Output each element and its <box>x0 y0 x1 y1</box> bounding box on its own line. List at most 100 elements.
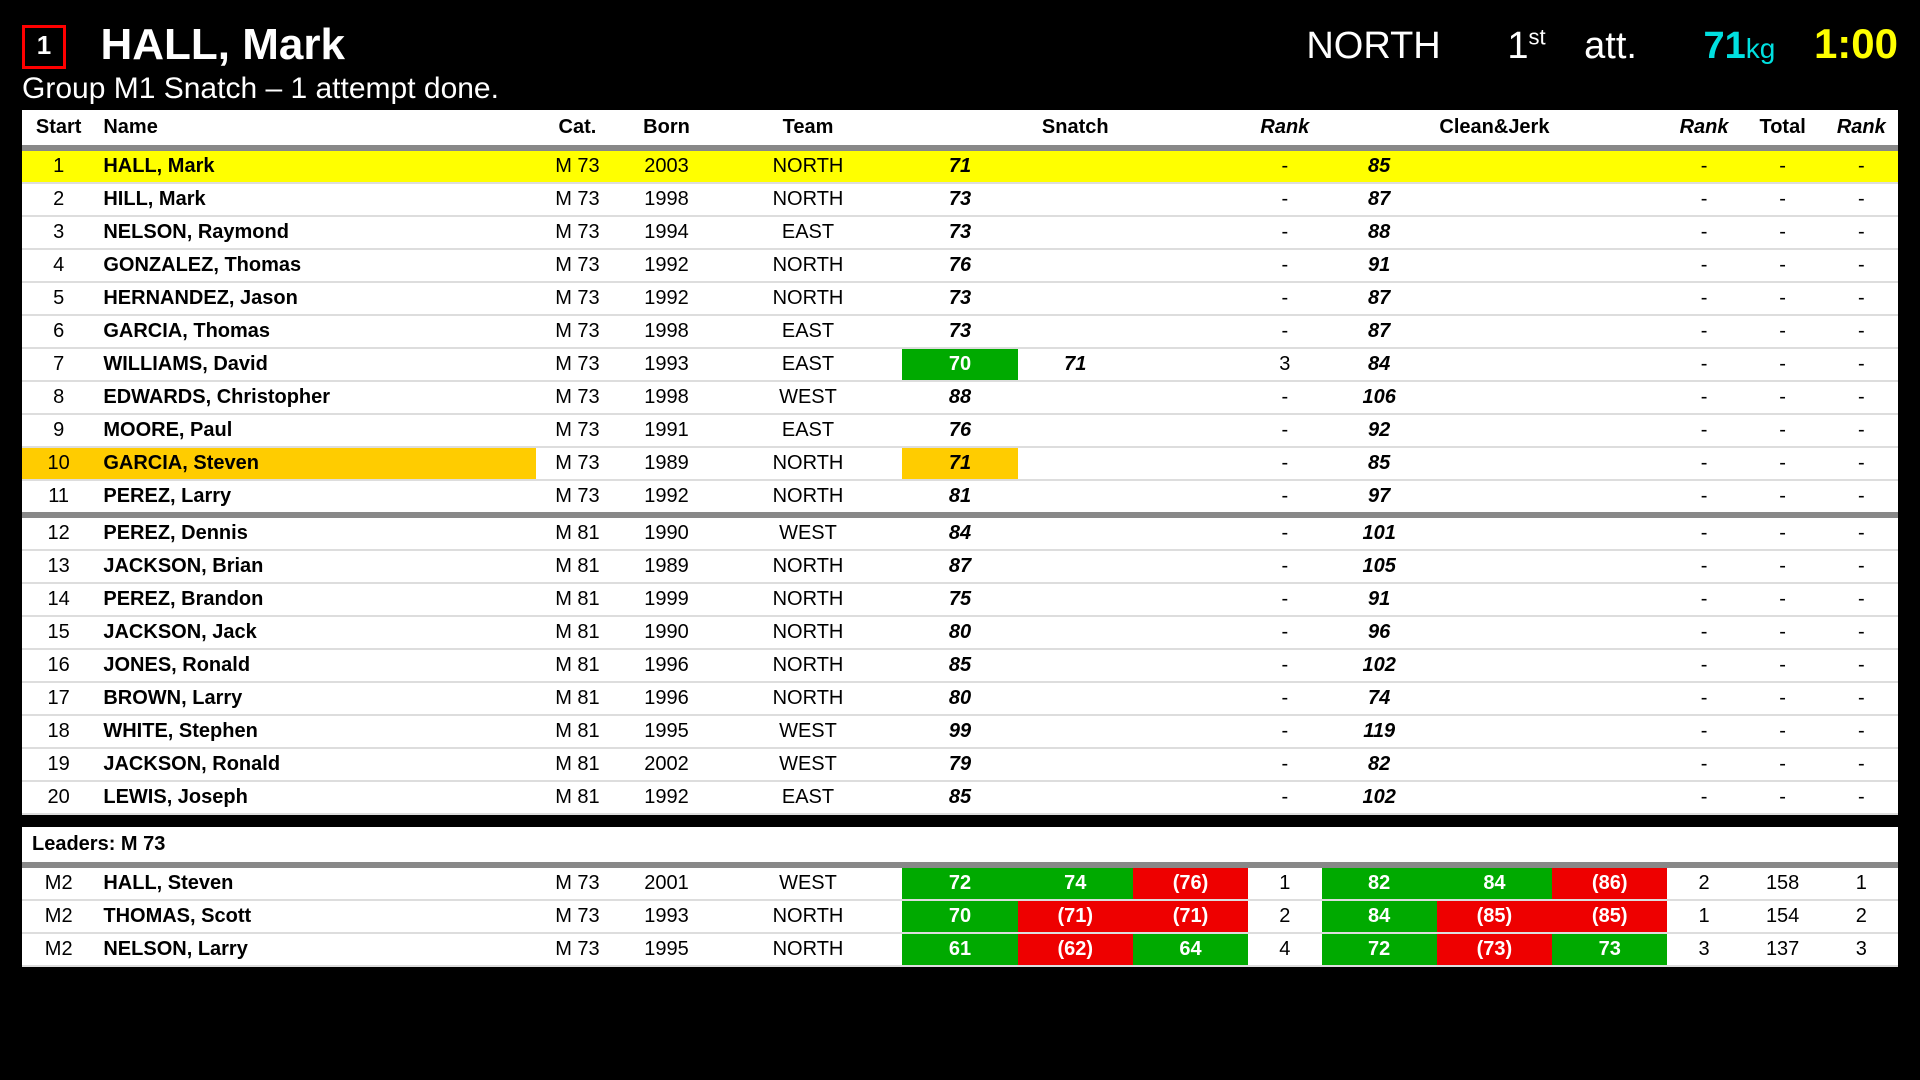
lift-cell <box>1437 447 1552 480</box>
lift-cell: 73 <box>902 216 1017 249</box>
table-row: 20LEWIS, JosephM 811992EAST85-102--- <box>22 781 1898 814</box>
cell-born: 1989 <box>619 550 713 583</box>
lift-cell <box>1018 781 1133 814</box>
cell-name: WILLIAMS, David <box>95 348 535 381</box>
cell-snatch-rank: - <box>1248 715 1321 748</box>
lift-cell <box>1552 781 1667 814</box>
cell-team: NORTH <box>714 933 903 966</box>
cell-total: - <box>1741 315 1825 348</box>
lift-cell <box>1133 216 1248 249</box>
lift-cell <box>1552 649 1667 682</box>
cell-born: 1990 <box>619 616 713 649</box>
lift-cell <box>1437 216 1552 249</box>
table-row: M2THOMAS, ScottM 731993NORTH70(71)(71)28… <box>22 900 1898 933</box>
cell-snatch-rank: - <box>1248 447 1321 480</box>
cell-start: 18 <box>22 715 95 748</box>
cell-snatch-rank: - <box>1248 550 1321 583</box>
cell-name: GARCIA, Steven <box>95 447 535 480</box>
col-born: Born <box>619 110 713 148</box>
lift-cell <box>1133 583 1248 616</box>
cell-team: WEST <box>714 381 903 414</box>
cell-total-rank: - <box>1825 748 1898 781</box>
cell-total-rank: 3 <box>1825 933 1898 966</box>
lift-cell: (71) <box>1018 900 1133 933</box>
cell-total: - <box>1741 183 1825 216</box>
cell-name: WHITE, Stephen <box>95 715 535 748</box>
cell-born: 1998 <box>619 183 713 216</box>
lift-cell: 84 <box>902 515 1017 550</box>
cell-start: 9 <box>22 414 95 447</box>
cell-snatch-rank: - <box>1248 583 1321 616</box>
cell-cat: M 73 <box>536 249 620 282</box>
cell-name: LEWIS, Joseph <box>95 781 535 814</box>
lift-cell: 81 <box>902 480 1017 515</box>
lift-cell <box>1018 381 1133 414</box>
cell-total: - <box>1741 381 1825 414</box>
lift-cell <box>1133 480 1248 515</box>
lift-cell: (62) <box>1018 933 1133 966</box>
cell-total-rank: - <box>1825 649 1898 682</box>
lift-cell <box>1133 781 1248 814</box>
col-start: Start <box>22 110 95 148</box>
cell-start: 3 <box>22 216 95 249</box>
cell-total: 158 <box>1741 868 1825 900</box>
lift-cell <box>1552 515 1667 550</box>
lift-cell: 64 <box>1133 933 1248 966</box>
cell-total-rank: - <box>1825 583 1898 616</box>
cell-team: WEST <box>714 868 903 900</box>
lift-cell <box>1437 616 1552 649</box>
cell-born: 1989 <box>619 447 713 480</box>
lift-cell: 84 <box>1322 348 1437 381</box>
cell-snatch-rank: - <box>1248 216 1321 249</box>
cell-team: NORTH <box>714 900 903 933</box>
cell-name: HERNANDEZ, Jason <box>95 282 535 315</box>
lift-cell: 99 <box>902 715 1017 748</box>
cell-start: 1 <box>22 148 95 183</box>
cell-total-rank: - <box>1825 183 1898 216</box>
cell-born: 1991 <box>619 414 713 447</box>
lift-cell: 85 <box>1322 148 1437 183</box>
cell-team: NORTH <box>714 550 903 583</box>
table-row: 7WILLIAMS, DavidM 731993EAST7071384--- <box>22 348 1898 381</box>
main-table-panel: Start Name Cat. Born Team Snatch Rank Cl… <box>22 110 1898 815</box>
cell-team: EAST <box>714 348 903 381</box>
lift-cell: 79 <box>902 748 1017 781</box>
cell-snatch-rank: - <box>1248 414 1321 447</box>
cell-cj-rank: 3 <box>1667 933 1740 966</box>
lift-cell <box>1437 315 1552 348</box>
lift-cell <box>1133 550 1248 583</box>
cell-name: GONZALEZ, Thomas <box>95 249 535 282</box>
table-row: 6GARCIA, ThomasM 731998EAST73-87--- <box>22 315 1898 348</box>
cell-name: HILL, Mark <box>95 183 535 216</box>
lift-cell <box>1552 583 1667 616</box>
attempt-weight: 71kg <box>1676 25 1776 67</box>
cell-name: HALL, Mark <box>95 148 535 183</box>
cell-cj-rank: - <box>1667 715 1740 748</box>
lift-cell <box>1552 148 1667 183</box>
cell-snatch-rank: - <box>1248 682 1321 715</box>
lift-cell: 91 <box>1322 583 1437 616</box>
cell-cat: M 73 <box>536 447 620 480</box>
lift-cell <box>1552 183 1667 216</box>
cell-name: GARCIA, Thomas <box>95 315 535 348</box>
table-row: 17BROWN, LarryM 811996NORTH80-74--- <box>22 682 1898 715</box>
cell-born: 1992 <box>619 249 713 282</box>
lift-cell: 87 <box>1322 315 1437 348</box>
lift-cell <box>1552 282 1667 315</box>
subline: Group M1 Snatch – 1 attempt done. <box>22 72 1898 106</box>
cell-cj-rank: - <box>1667 583 1740 616</box>
col-cj-rank: Rank <box>1667 110 1740 148</box>
cell-total: - <box>1741 682 1825 715</box>
cell-cat: M 73 <box>536 216 620 249</box>
lift-cell: 75 <box>902 583 1017 616</box>
cell-born: 1998 <box>619 315 713 348</box>
lift-cell: (76) <box>1133 868 1248 900</box>
cell-team: NORTH <box>714 282 903 315</box>
cell-start: 17 <box>22 682 95 715</box>
table-row: 14PEREZ, BrandonM 811999NORTH75-91--- <box>22 583 1898 616</box>
cell-cat: M 81 <box>536 515 620 550</box>
lift-cell <box>1552 550 1667 583</box>
lift-cell: 76 <box>902 414 1017 447</box>
lift-cell <box>1133 649 1248 682</box>
cell-cat: M 81 <box>536 715 620 748</box>
